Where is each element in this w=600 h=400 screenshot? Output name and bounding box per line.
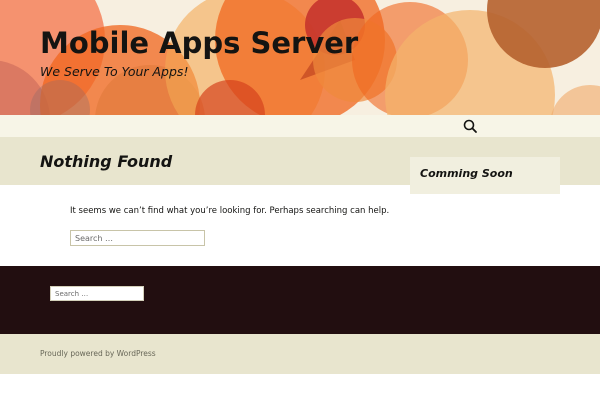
site-tagline: We Serve To Your Apps! [40,64,189,79]
footer-search-input[interactable] [50,286,144,301]
sidebar-widget: Comming Soon [410,157,560,194]
widget-title: Comming Soon [420,167,513,180]
not-found-message: It seems we can’t find what you’re looki… [70,206,390,216]
navbar [0,115,600,137]
footer-widgets [0,266,600,334]
content-search-input[interactable] [70,230,205,246]
site-info-footer: Proudly powered by WordPress [0,334,600,374]
powered-by-link[interactable]: Proudly powered by WordPress [40,349,156,358]
page-title: Nothing Found [40,152,173,171]
search-icon[interactable] [462,118,478,134]
site-title[interactable]: Mobile Apps Server [40,26,358,60]
site-header: Mobile Apps Server We Serve To Your Apps… [0,0,600,115]
